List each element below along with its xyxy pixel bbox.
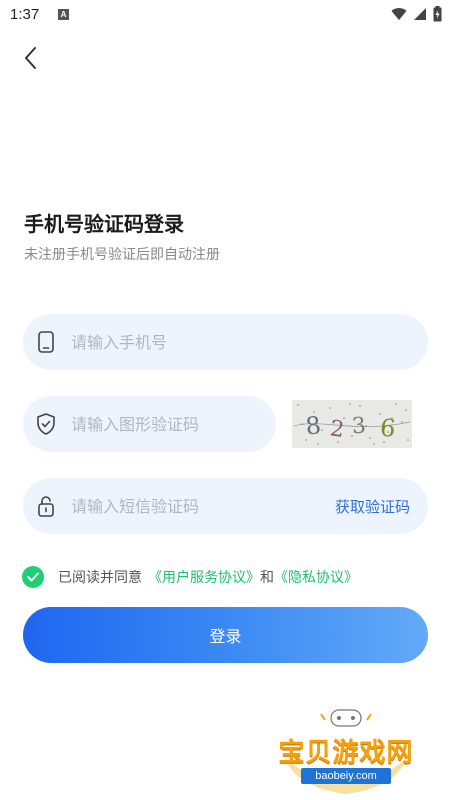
check-icon — [27, 572, 39, 582]
svg-text:6: 6 — [379, 413, 397, 442]
agree-and-text: 和 — [260, 570, 274, 586]
notification-icon: A — [58, 9, 69, 20]
phone-input[interactable] — [71, 332, 428, 352]
shield-icon — [35, 413, 57, 435]
page-title: 手机号验证码登录 — [24, 212, 184, 236]
user-agreement-link[interactable]: 《用户服务协议》 — [148, 567, 260, 587]
captcha-input[interactable] — [71, 414, 276, 434]
page-subtitle: 未注册手机号验证后即自动注册 — [24, 247, 220, 263]
agree-checkbox[interactable] — [22, 566, 44, 588]
sms-code-field[interactable]: 获取验证码 — [23, 478, 428, 534]
login-button[interactable]: 登录 — [23, 607, 428, 663]
watermark-text: 宝贝游戏网 — [278, 738, 414, 768]
signal-icon — [414, 8, 426, 20]
svg-text:8: 8 — [304, 411, 322, 440]
captcha-image[interactable]: 8 2 3 6 — [292, 400, 412, 448]
status-bar: 1:37 A — [0, 0, 450, 32]
agree-prefix-text: 已阅读并同意 — [58, 570, 142, 586]
svg-text:3: 3 — [351, 413, 367, 439]
battery-icon — [433, 6, 442, 22]
watermark-logo: 宝贝游戏网 baobeiy.com — [275, 708, 417, 796]
lock-icon — [35, 495, 57, 517]
agreement-row: 已阅读并同意 《用户服务协议》 和 《隐私协议》 — [22, 566, 358, 588]
back-button[interactable] — [16, 44, 44, 72]
privacy-link[interactable]: 《隐私协议》 — [274, 567, 358, 587]
captcha-field[interactable] — [23, 396, 276, 452]
chevron-left-icon — [25, 47, 36, 69]
status-icons — [391, 6, 442, 22]
wifi-icon — [391, 8, 407, 20]
watermark-url: baobeiy.com — [301, 768, 391, 784]
phone-field[interactable] — [23, 314, 428, 370]
status-time: 1:37 — [10, 6, 40, 23]
get-code-button[interactable]: 获取验证码 — [335, 496, 410, 517]
sms-code-input[interactable] — [71, 496, 335, 516]
mobile-phone-icon — [35, 331, 57, 353]
